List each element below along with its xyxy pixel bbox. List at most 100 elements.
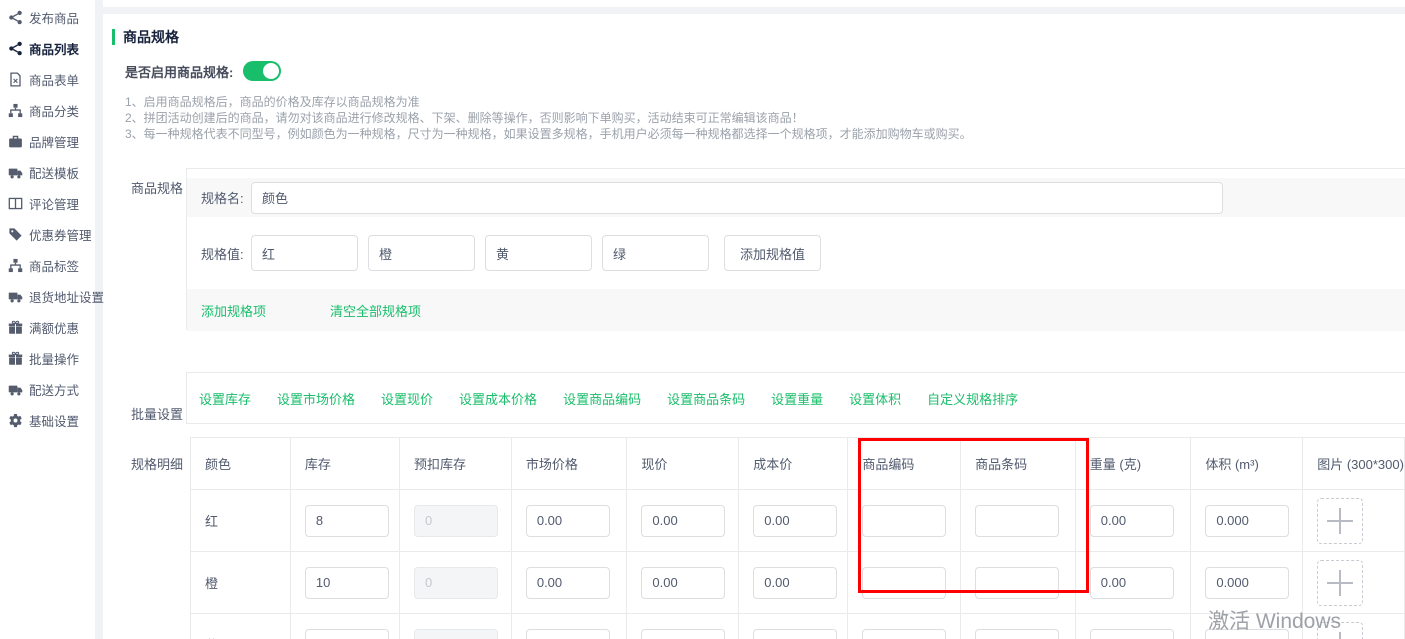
batch-setting-link[interactable]: 设置市场价格 <box>277 389 355 408</box>
sidebar-item[interactable]: 满额优惠 <box>0 312 95 343</box>
product-code-input[interactable] <box>862 505 946 537</box>
batch-setting-link[interactable]: 设置商品条码 <box>667 389 745 408</box>
upload-image-button[interactable] <box>1317 498 1363 544</box>
spec-values-row: 规格值: 添加规格值 <box>187 217 1405 289</box>
column-header: 商品编码 <box>848 438 961 490</box>
current-price-input[interactable] <box>641 567 725 599</box>
sidebar-item[interactable]: 商品列表 <box>0 33 95 64</box>
clear-all-spec-link[interactable]: 清空全部规格项 <box>330 301 421 320</box>
spec-value-input[interactable] <box>251 235 358 271</box>
sidebar-item-label: 商品标签 <box>29 256 79 275</box>
sidebar-item-label: 商品表单 <box>29 70 79 89</box>
product-code-input[interactable] <box>862 567 946 599</box>
sidebar-item[interactable]: 优惠券管理 <box>0 219 95 250</box>
barcode-input[interactable] <box>975 629 1059 639</box>
column-header: 库存 <box>290 438 399 490</box>
weight-input[interactable] <box>1090 505 1174 537</box>
sidebar-item[interactable]: 评论管理 <box>0 188 95 219</box>
volume-input[interactable] <box>1205 567 1289 599</box>
column-header: 市场价格 <box>511 438 627 490</box>
batch-setting-link[interactable]: 自定义规格排序 <box>927 389 1018 408</box>
sidebar-item[interactable]: 配送方式 <box>0 374 95 405</box>
sidebar-item[interactable]: 批量操作 <box>0 343 95 374</box>
enable-spec-row: 是否启用商品规格: <box>125 60 281 82</box>
cost-price-input[interactable] <box>753 567 837 599</box>
sidebar-item-label: 品牌管理 <box>29 132 79 151</box>
sidebar-item[interactable]: 配送模板 <box>0 157 95 188</box>
batch-setting-link[interactable]: 设置库存 <box>199 389 251 408</box>
weight-input[interactable] <box>1090 567 1174 599</box>
sidebar-item-label: 评论管理 <box>29 194 79 213</box>
sidebar-item[interactable]: 退货地址设置 <box>0 281 95 312</box>
barcode-input[interactable] <box>975 505 1059 537</box>
batch-setting-link[interactable]: 设置成本价格 <box>459 389 537 408</box>
sidebar-item[interactable]: 发布商品 <box>0 2 95 33</box>
notes-list: 1、启用商品规格后，商品的价格及库存以商品规格为准2、拼团活动创建后的商品，请勿… <box>125 94 972 142</box>
column-header: 现价 <box>627 438 739 490</box>
screen: 发布商品 商品列表 商品表单 商品分类 品牌管理 配送模板 评论管理 优惠券管理… <box>0 0 1405 639</box>
add-spec-item-link[interactable]: 添加规格项 <box>201 301 266 320</box>
batch-setting-link[interactable]: 设置重量 <box>771 389 823 408</box>
volume-input[interactable] <box>1205 505 1289 537</box>
gift-icon <box>8 351 23 366</box>
weight-input[interactable] <box>1090 629 1174 639</box>
upload-image-button[interactable] <box>1317 560 1363 606</box>
batch-setting-link[interactable]: 设置商品编码 <box>563 389 641 408</box>
spec-section-label: 商品规格 <box>103 178 183 197</box>
spec-value-input[interactable] <box>368 235 475 271</box>
gear-icon <box>8 413 23 428</box>
sidebar-item-label: 商品列表 <box>29 39 79 58</box>
table-row: 橙 <box>191 552 1405 614</box>
sidebar-item-label: 优惠券管理 <box>29 225 92 244</box>
sidebar-item-label: 基础设置 <box>29 411 79 430</box>
table-body: 红橙黄 <box>191 490 1405 639</box>
spec-values-label: 规格值: <box>201 244 251 263</box>
spec-links-row: 添加规格项 清空全部规格项 <box>187 289 1405 331</box>
sidebar-item[interactable]: 基础设置 <box>0 405 95 436</box>
hold-stock-input <box>414 567 498 599</box>
spec-name-input[interactable] <box>251 182 1223 214</box>
top-strip <box>103 0 1405 7</box>
sidebar-item-label: 退货地址设置 <box>29 287 104 306</box>
spec-value-cell: 橙 <box>191 552 291 614</box>
market-price-input[interactable] <box>526 629 610 639</box>
spec-value-input[interactable] <box>485 235 592 271</box>
market-price-input[interactable] <box>526 505 610 537</box>
sidebar: 发布商品 商品列表 商品表单 商品分类 品牌管理 配送模板 评论管理 优惠券管理… <box>0 0 95 639</box>
market-price-input[interactable] <box>526 567 610 599</box>
sidebar-item-label: 发布商品 <box>29 8 79 27</box>
upload-image-button[interactable] <box>1317 622 1363 639</box>
cost-price-input[interactable] <box>753 629 837 639</box>
sidebar-item[interactable]: 商品表单 <box>0 64 95 95</box>
cost-price-input[interactable] <box>753 505 837 537</box>
volume-input[interactable] <box>1205 629 1289 639</box>
share-nodes-icon <box>8 10 23 25</box>
stock-input[interactable] <box>305 629 389 639</box>
stock-input[interactable] <box>305 567 389 599</box>
sidebar-item[interactable]: 商品分类 <box>0 95 95 126</box>
hold-stock-input <box>414 629 498 639</box>
current-price-input[interactable] <box>641 629 725 639</box>
stock-input[interactable] <box>305 505 389 537</box>
sidebar-item[interactable]: 品牌管理 <box>0 126 95 157</box>
column-header: 图片 (300*300) <box>1303 438 1405 490</box>
barcode-input[interactable] <box>975 567 1059 599</box>
product-code-input[interactable] <box>862 629 946 639</box>
title-accent-bar <box>112 29 115 45</box>
enable-spec-toggle[interactable] <box>243 61 281 81</box>
table-header-row: 颜色库存预扣库存市场价格现价成本价商品编码商品条码重量 (克)体积 (m³)图片… <box>191 438 1405 490</box>
spec-box: 规格名: 规格值: 添加规格值 添加规格项 清空全部规格项 <box>186 168 1405 330</box>
sidebar-item-label: 配送模板 <box>29 163 79 182</box>
sidebar-item-label: 批量操作 <box>29 349 79 368</box>
page-title: 商品规格 <box>123 27 179 47</box>
file-icon <box>8 72 23 87</box>
spec-name-row: 规格名: <box>187 178 1405 217</box>
column-header: 商品条码 <box>961 438 1076 490</box>
batch-setting-link[interactable]: 设置体积 <box>849 389 901 408</box>
current-price-input[interactable] <box>641 505 725 537</box>
spec-value-input[interactable] <box>602 235 709 271</box>
sidebar-item[interactable]: 商品标签 <box>0 250 95 281</box>
column-header: 体积 (m³) <box>1191 438 1303 490</box>
batch-setting-link[interactable]: 设置现价 <box>381 389 433 408</box>
add-spec-value-button[interactable]: 添加规格值 <box>724 235 821 271</box>
